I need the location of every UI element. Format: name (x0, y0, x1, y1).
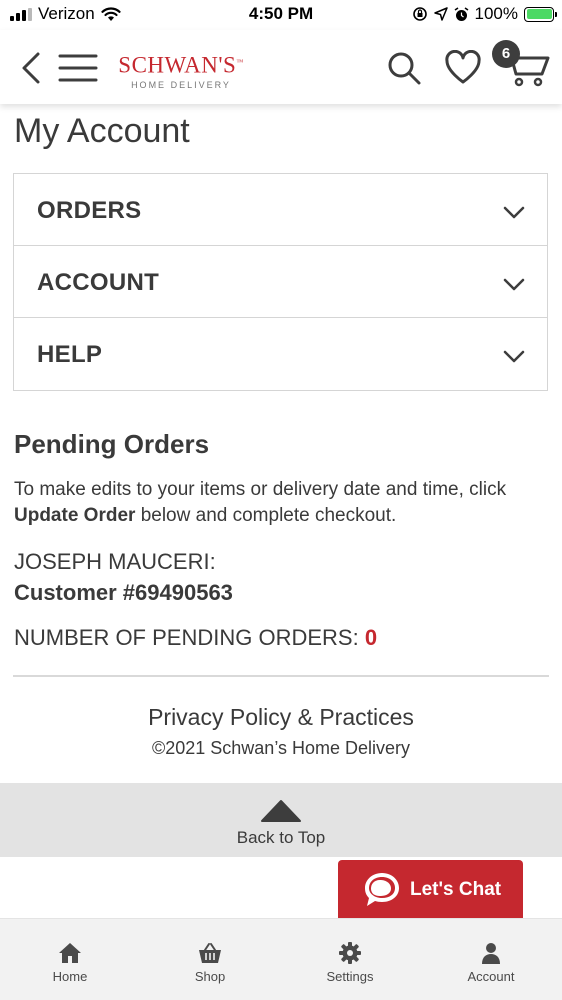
update-order-emphasis: Update Order (14, 505, 136, 526)
tab-label: Settings (326, 969, 374, 984)
tab-label: Home (52, 969, 88, 984)
account-accordion: ORDERS ACCOUNT HELP (13, 173, 548, 391)
accordion-help[interactable]: HELP (14, 318, 547, 390)
tab-settings[interactable]: Settings (280, 919, 420, 1000)
battery-icon (524, 6, 557, 22)
back-arrow-icon[interactable] (18, 50, 44, 86)
bottom-tab-bar: Home Shop Settings Account (0, 918, 562, 1000)
tab-account[interactable]: Account (421, 919, 561, 1000)
page-title: My Account (14, 112, 190, 150)
search-icon[interactable] (386, 50, 422, 86)
battery-percent: 100% (474, 4, 518, 23)
tab-shop[interactable]: Shop (140, 919, 280, 1000)
accordion-account[interactable]: ACCOUNT (14, 246, 547, 318)
chat-bubble-icon (365, 873, 399, 906)
chevron-down-icon (503, 350, 525, 363)
pending-instructions: To make edits to your items or delivery … (14, 477, 554, 529)
chevron-down-icon (503, 206, 525, 219)
screen-lock-icon (412, 7, 427, 21)
instructions-text: To make edits to your items or delivery … (14, 479, 507, 500)
privacy-policy-link[interactable]: Privacy Policy & Practices (0, 704, 562, 731)
accordion-label: ORDERS (37, 197, 142, 224)
divider (13, 675, 549, 677)
back-to-top-label[interactable]: Back to Top (0, 828, 562, 848)
customer-number: Customer #69490563 (14, 580, 233, 605)
accordion-orders[interactable]: ORDERS (14, 174, 547, 246)
heart-icon[interactable] (444, 50, 482, 86)
tab-home[interactable]: Home (0, 919, 140, 1000)
pending-count-value: 0 (364, 625, 378, 650)
triangle-up-icon (261, 800, 301, 822)
logo-text: SCHWAN'S (118, 52, 237, 78)
accordion-label: HELP (37, 341, 103, 368)
schwans-logo[interactable]: SCHWAN'S™ HOME DELIVERY (116, 50, 246, 90)
tab-label: Shop (194, 969, 226, 984)
chevron-down-icon (503, 278, 525, 291)
app-header: SCHWAN'S™ HOME DELIVERY 6 (0, 30, 562, 104)
gear-icon (339, 942, 361, 964)
hamburger-menu-icon[interactable] (58, 52, 98, 84)
basket-icon (199, 943, 221, 963)
home-icon (59, 943, 81, 963)
status-right: 100% (412, 4, 557, 24)
copyright-text: ©2021 Schwan’s Home Delivery (151, 738, 411, 758)
customer-name: JOSEPH MAUCERI: (14, 549, 216, 574)
lets-chat-label: Let's Chat (410, 879, 502, 900)
cart-count-badge[interactable]: 6 (492, 40, 520, 68)
instructions-text-end: below and complete checkout. (135, 505, 397, 526)
tab-label: Account (467, 969, 515, 984)
status-bar: Verizon 4:50 PM 100% (0, 0, 562, 30)
pending-orders-count-row: NUMBER OF PENDING ORDERS: 0 (14, 625, 377, 651)
logo-subtitle: HOME DELIVERY (131, 79, 231, 90)
alarm-icon (454, 6, 468, 21)
logo-trademark: ™ (236, 58, 244, 66)
accordion-label: ACCOUNT (37, 269, 160, 296)
pending-orders-title: Pending Orders (14, 429, 210, 459)
pending-count-label: NUMBER OF PENDING ORDERS: (14, 625, 365, 650)
person-icon (482, 943, 500, 964)
location-icon (433, 7, 448, 21)
lets-chat-button[interactable]: Let's Chat (338, 860, 523, 920)
